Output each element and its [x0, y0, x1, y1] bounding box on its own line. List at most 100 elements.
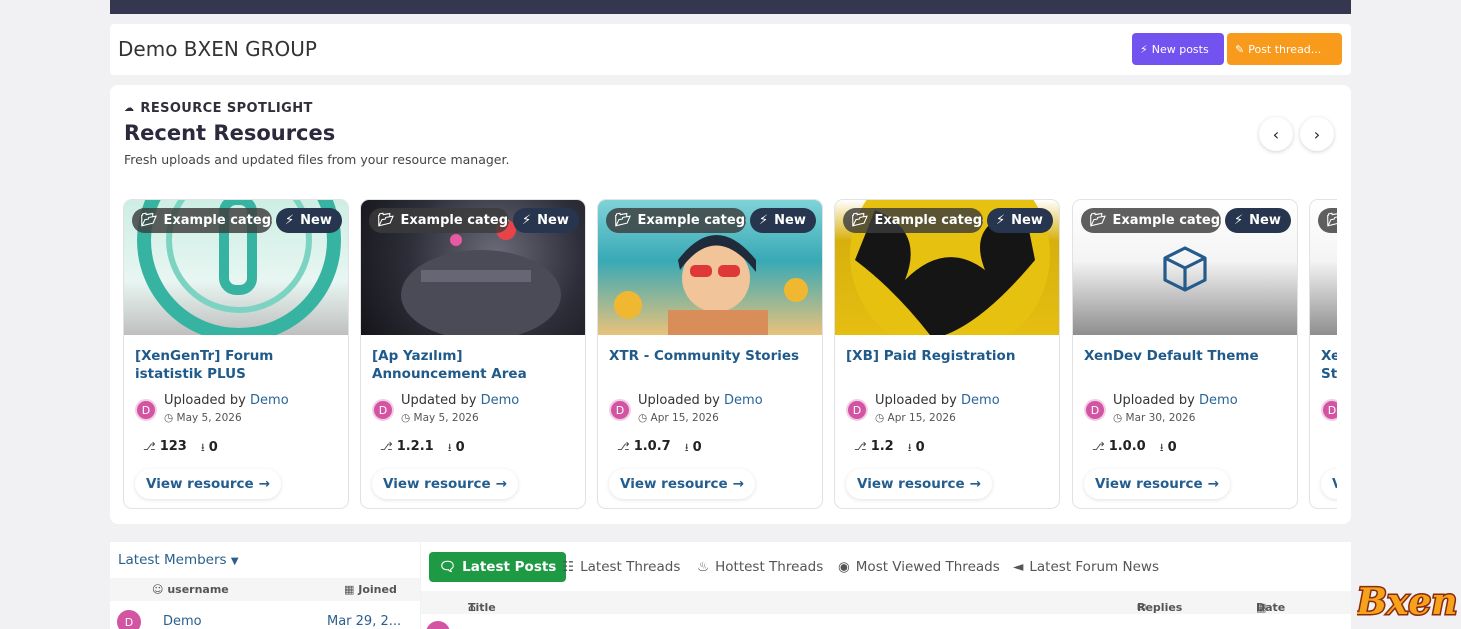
clock-icon: ◷	[164, 412, 174, 424]
resource-spotlight: ☁ RESOURCE SPOTLIGHT Recent Resources Fr…	[110, 85, 1351, 524]
resource-card[interactable]: 📂︎ Xe St D V	[1309, 199, 1337, 509]
upload-date: ◷ Apr 15, 2026	[638, 412, 719, 424]
latest-posts-panel: 🗨︎ Latest Posts ☷ Latest Threads ♨︎ Hottest…	[421, 542, 1351, 629]
resource-card[interactable]: 📂︎Example category ⚡︎New [Ap Yazılım] An…	[360, 199, 586, 509]
post-thread-label: Post thread...	[1248, 42, 1322, 56]
arrow-right-icon: →	[732, 476, 745, 492]
avatar[interactable]: D	[1084, 399, 1106, 421]
list-icon: ☷	[562, 559, 575, 575]
uploader-link[interactable]: Demo	[724, 393, 763, 408]
avatar[interactable]: D	[117, 610, 141, 629]
bolt-icon: ⚡︎	[285, 213, 295, 228]
tab-latest-forum-news[interactable]: ◄ Latest Forum News	[1013, 552, 1159, 582]
avatar[interactable]: D	[372, 399, 394, 421]
resource-title[interactable]: Xe St	[1321, 347, 1337, 383]
resource-title[interactable]: XTR - Community Stories	[609, 347, 813, 365]
resource-card[interactable]: 📂︎Example category ⚡︎New [XB] Paid Regis…	[834, 199, 1060, 509]
category-chip[interactable]: 📂︎Example category	[369, 208, 509, 233]
uploader-row: D Updated by Demo ◷ May 5, 2026	[372, 393, 582, 425]
upload-date: ◷ Mar 30, 2026	[1113, 412, 1196, 424]
new-posts-label: New posts	[1151, 42, 1209, 56]
fire-icon: ♨︎	[697, 559, 710, 575]
branch-icon: ⎇	[143, 440, 156, 453]
resource-card[interactable]: 📂︎Example category ⚡︎New XenDev Default …	[1072, 199, 1298, 509]
uploader-link[interactable]: Demo	[250, 393, 289, 408]
new-posts-button[interactable]: ⚡︎ New posts	[1132, 33, 1224, 65]
resource-title[interactable]: XenDev Default Theme	[1084, 347, 1288, 365]
folder-icon: 📂︎	[852, 213, 869, 228]
upload-date: ◷ May 5, 2026	[164, 412, 242, 424]
top-navigation-bar	[110, 0, 1351, 14]
uploader-row: D Uploaded by Demo ◷ May 5, 2026	[135, 393, 345, 425]
resource-stats: ⎇ 1.2.1 ⭳ 0	[380, 439, 465, 455]
carousel-prev-button[interactable]: ‹	[1259, 117, 1293, 151]
new-badge: ⚡︎ New	[750, 208, 816, 233]
resource-thumbnail: 📂︎	[1310, 200, 1337, 335]
view-resource-button[interactable]: View resource →	[372, 469, 519, 499]
resource-title[interactable]: [Ap Yazılım] Announcement Area	[372, 347, 576, 383]
bolt-icon: ⚡︎	[759, 213, 769, 228]
folder-icon: 📂︎	[1090, 213, 1107, 228]
folder-icon: 📂︎	[1327, 213, 1337, 228]
uploader-row: D Uploaded by Demo ◷ Mar 30, 2026	[1084, 393, 1294, 425]
folder-icon: 📂︎	[141, 213, 158, 228]
arrow-right-icon: →	[258, 476, 271, 492]
bxen-logo: Bxen	[1354, 574, 1459, 626]
tab-latest-posts[interactable]: 🗨︎ Latest Posts	[429, 552, 567, 582]
folder-icon: 📂︎	[378, 213, 395, 228]
uploader-link[interactable]: Demo	[1199, 393, 1238, 408]
carousel-next-button[interactable]: ›	[1300, 117, 1334, 151]
view-resource-button[interactable]: V	[1321, 469, 1337, 499]
resource-title[interactable]: [XB] Paid Registration	[846, 347, 1050, 365]
download-icon: ⭳	[1159, 441, 1164, 454]
latest-members-dropdown[interactable]: Latest Members ▼	[118, 552, 239, 568]
user-icon: ☺	[152, 583, 164, 596]
download-icon: ⭳	[200, 441, 205, 454]
uploader-row: D Uploaded by Demo ◷ Apr 15, 2026	[846, 393, 1056, 425]
resource-card[interactable]: 📂︎Example category ⚡︎New [XenGenTr] Foru…	[123, 199, 349, 509]
category-chip[interactable]: 📂︎Example category	[132, 208, 272, 233]
avatar[interactable]: D	[135, 399, 157, 421]
spotlight-kicker: ☁ RESOURCE SPOTLIGHT	[124, 101, 313, 116]
category-chip[interactable]: 📂︎Example category	[843, 208, 983, 233]
view-resource-button[interactable]: View resource →	[846, 469, 993, 499]
uploader-link[interactable]: Demo	[961, 393, 1000, 408]
page-title: Demo BXEN GROUP	[118, 37, 317, 61]
avatar[interactable]: D	[1321, 399, 1337, 421]
post-thread-button[interactable]: ✎ Post thread...	[1227, 33, 1342, 65]
download-icon: ⭳	[684, 441, 689, 454]
view-resource-button[interactable]: View resource →	[135, 469, 282, 499]
branch-icon: ⎇	[854, 440, 867, 453]
members-table-header: ☺ username ▦ Joined	[110, 578, 420, 601]
resource-stats: ⎇ 1.2 ⭳ 0	[854, 439, 925, 455]
chevron-left-icon: ‹	[1272, 124, 1280, 144]
avatar[interactable]	[426, 621, 450, 629]
view-resource-button[interactable]: View resource →	[609, 469, 756, 499]
resource-card[interactable]: 📂︎Example category ⚡︎New XTR - Community…	[597, 199, 823, 509]
table-row[interactable]: D Demo Mar 29, 2...	[110, 608, 420, 629]
tab-most-viewed-threads[interactable]: ◉ Most Viewed Threads	[838, 552, 1000, 582]
chevron-right-icon: ›	[1313, 124, 1321, 144]
clock-icon: ◷	[1113, 412, 1123, 424]
spotlight-subtitle: Fresh uploads and updated files from you…	[124, 152, 510, 167]
avatar[interactable]: D	[609, 399, 631, 421]
upload-date: ◷ May 5, 2026	[401, 412, 479, 424]
branch-icon: ⎇	[1092, 440, 1105, 453]
category-chip[interactable]: 📂︎Example category	[1081, 208, 1221, 233]
new-badge: ⚡︎ New	[1225, 208, 1291, 233]
latest-members-panel: Latest Members ▼ ☺ username ▦ Joined D D…	[110, 542, 420, 629]
tab-latest-threads[interactable]: ☷ Latest Threads	[562, 552, 680, 582]
uploader-link[interactable]: Demo	[481, 393, 520, 408]
calendar-icon: ▦	[344, 583, 355, 596]
view-resource-button[interactable]: View resource →	[1084, 469, 1231, 499]
member-name[interactable]: Demo	[163, 614, 202, 629]
resource-thumbnail: 📂︎Example category ⚡︎New	[835, 200, 1059, 335]
uploader-row: D	[1321, 393, 1337, 425]
resource-title[interactable]: [XenGenTr] Forum istatistik PLUS	[135, 347, 339, 383]
avatar[interactable]: D	[846, 399, 868, 421]
tab-hottest-threads[interactable]: ♨︎ Hottest Threads	[697, 552, 823, 582]
bolt-icon: ⚡︎	[1140, 42, 1148, 56]
new-badge: ⚡︎ New	[276, 208, 342, 233]
category-chip[interactable]: 📂︎	[1318, 208, 1337, 233]
category-chip[interactable]: 📂︎Example category	[606, 208, 746, 233]
